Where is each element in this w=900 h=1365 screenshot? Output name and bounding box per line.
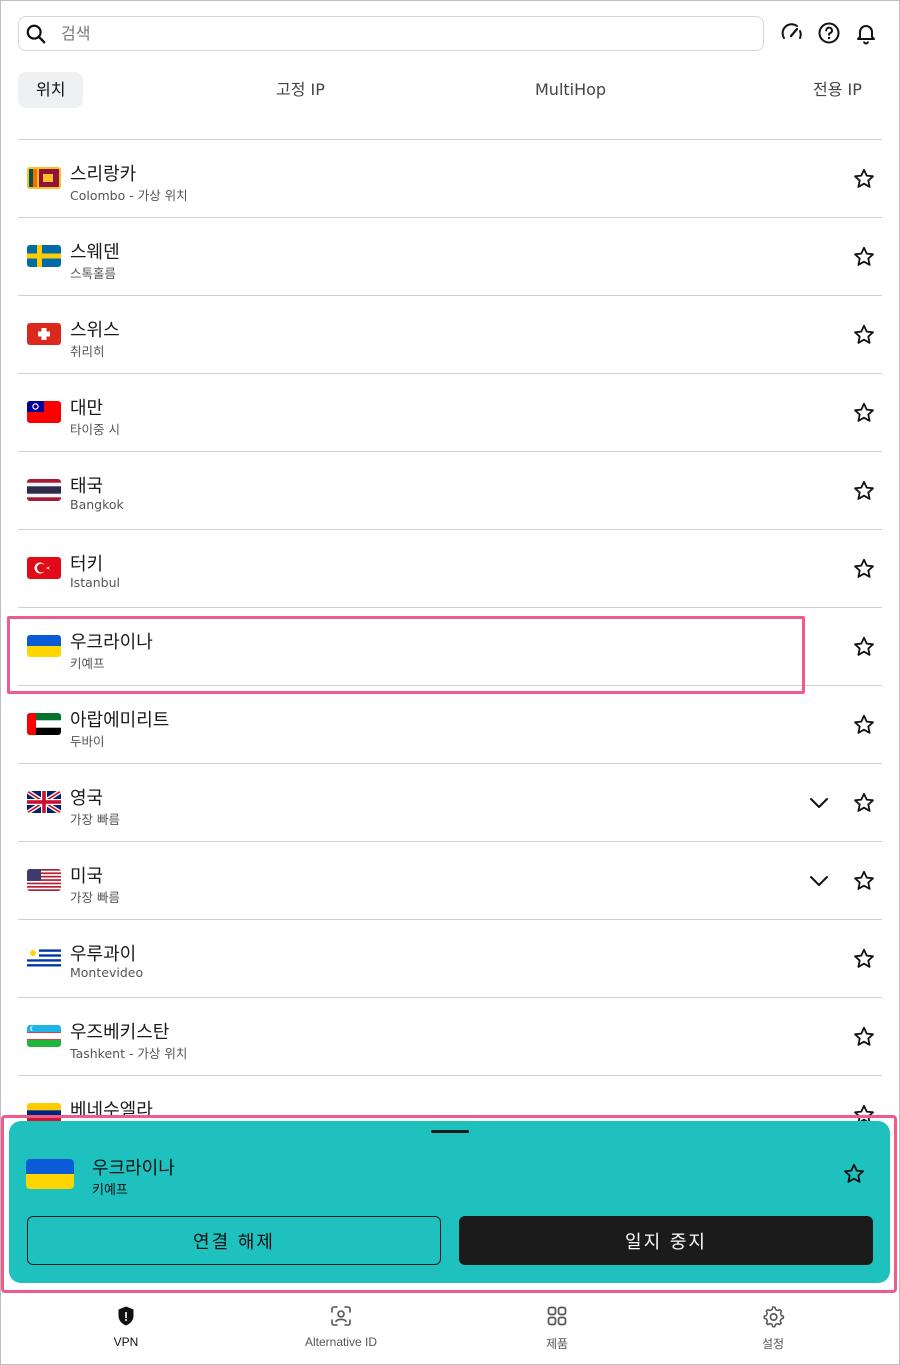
alternative-id-icon <box>331 1306 351 1326</box>
favorite-star-icon[interactable] <box>852 323 876 347</box>
location-name: 스위스 <box>70 320 120 341</box>
shield-icon <box>118 1306 134 1326</box>
location-city: Tashkent - 가상 위치 <box>70 1046 188 1061</box>
location-row[interactable]: 스웨덴스톡홀름 <box>18 218 882 296</box>
location-name: 스리랑카 <box>70 164 137 185</box>
search-bar[interactable] <box>18 16 764 51</box>
sri-lanka-flag <box>27 167 61 189</box>
thailand-flag <box>27 479 61 501</box>
favorite-star-icon[interactable] <box>852 479 876 503</box>
location-city: 타이중 시 <box>70 422 120 437</box>
bell-icon[interactable] <box>853 20 878 45</box>
nav-label: Alternative ID <box>304 1335 378 1349</box>
location-name: 영국 <box>70 788 104 809</box>
nav-label: 제품 <box>545 1337 569 1351</box>
location-city: Bangkok <box>70 497 124 512</box>
search-input[interactable] <box>61 24 701 43</box>
favorite-star-icon[interactable] <box>842 1162 866 1186</box>
location-row[interactable]: 대만타이중 시 <box>18 374 882 452</box>
uae-flag <box>27 713 61 735</box>
turkey-flag <box>27 557 61 579</box>
favorite-star-icon[interactable] <box>852 167 876 191</box>
location-name: 우크라이나 <box>70 632 153 653</box>
location-city: Istanbul <box>70 575 121 590</box>
location-city: 키예프 <box>70 656 105 671</box>
location-row[interactable]: 우크라이나키예프 <box>7 608 882 694</box>
tab-multihop[interactable]: MultiHop <box>535 72 606 108</box>
speedometer-icon[interactable] <box>779 20 804 45</box>
favorite-star-icon[interactable] <box>852 869 876 893</box>
location-row[interactable]: 스리랑카 Colombo - 가상 위치 <box>18 140 882 218</box>
location-name: 아랍에미리트 <box>70 710 170 731</box>
location-list: 스리랑카 Colombo - 가상 위치스웨덴스톡홀름스위스취리히대만타이중 시태… <box>7 140 882 1154</box>
location-row[interactable]: 우루과이 Montevideo <box>18 920 882 998</box>
location-name: 우즈베키스탄 <box>70 1022 170 1043</box>
favorite-star-icon[interactable] <box>852 713 876 737</box>
location-city: Colombo - 가상 위치 <box>70 188 188 203</box>
location-name: 우루과이 <box>70 944 137 965</box>
location-row[interactable]: 스위스취리히 <box>18 296 882 374</box>
favorite-star-icon[interactable] <box>852 401 876 425</box>
favorite-star-icon[interactable] <box>852 791 876 815</box>
location-city: 스톡홀름 <box>70 266 117 281</box>
top-actions <box>779 20 878 45</box>
location-city: 취리히 <box>70 344 105 359</box>
favorite-star-icon[interactable] <box>852 635 876 659</box>
favorite-star-icon[interactable] <box>852 947 876 971</box>
usa-flag <box>27 869 61 891</box>
location-row[interactable]: 터키 Istanbul <box>18 530 882 608</box>
nav-vpn[interactable]: VPN <box>96 1295 156 1349</box>
location-row[interactable]: 미국가장 빠름 <box>18 842 882 920</box>
location-tabs: 위치 고정 IP MultiHop 전용 IP <box>18 72 882 108</box>
favorite-star-icon[interactable] <box>852 1025 876 1049</box>
location-city: 가장 빠름 <box>70 812 120 827</box>
connected-location-name: 우크라이나 <box>92 1158 175 1179</box>
tab-dedicated-ip[interactable]: 전용 IP <box>813 72 862 108</box>
location-name: 터키 <box>70 554 104 575</box>
disconnect-button[interactable]: 연결 해제 <box>27 1216 441 1265</box>
location-name: 스웨덴 <box>70 242 120 263</box>
nav-products[interactable]: 제품 <box>527 1295 587 1352</box>
nav-label: VPN <box>113 1335 139 1349</box>
connection-panel: 우크라이나 키예프 연결 해제 일지 중지 <box>9 1121 890 1283</box>
switzerland-flag <box>27 323 61 345</box>
grid-icon <box>547 1306 567 1326</box>
tab-static-ip[interactable]: 고정 IP <box>276 72 325 108</box>
gear-icon <box>763 1306 785 1328</box>
pause-button[interactable]: 일지 중지 <box>459 1216 873 1265</box>
uk-flag <box>27 791 61 813</box>
nav-alternative-id[interactable]: Alternative ID <box>291 1295 391 1349</box>
ukraine-flag <box>26 1159 74 1189</box>
location-city: Montevideo <box>70 965 144 980</box>
location-row[interactable]: 우즈베키스탄 Tashkent - 가상 위치 <box>18 998 882 1076</box>
chevron-down-icon[interactable] <box>807 791 831 815</box>
location-row[interactable]: 아랍에미리트두바이 <box>18 686 882 764</box>
drag-handle[interactable] <box>431 1130 469 1133</box>
sweden-flag <box>27 245 61 267</box>
ukraine-flag <box>27 635 61 657</box>
tab-location[interactable]: 위치 <box>18 72 84 108</box>
bottom-navigation: VPN Alternative ID 제품 설정 <box>0 1295 900 1365</box>
taiwan-flag <box>27 401 61 423</box>
location-name: 태국 <box>70 476 104 497</box>
search-icon <box>26 24 46 43</box>
uruguay-flag <box>27 947 61 969</box>
location-row[interactable]: 태국 Bangkok <box>18 452 882 530</box>
connected-location-city: 키예프 <box>92 1183 128 1198</box>
location-name: 베네수엘라 <box>70 1100 153 1121</box>
location-city: 가장 빠름 <box>70 890 120 905</box>
favorite-star-icon[interactable] <box>852 245 876 269</box>
uzbekistan-flag <box>27 1025 61 1047</box>
chevron-down-icon[interactable] <box>807 869 831 893</box>
nav-label: 설정 <box>761 1337 785 1351</box>
location-row[interactable]: 영국가장 빠름 <box>18 764 882 842</box>
location-city: 두바이 <box>70 734 105 749</box>
location-name: 미국 <box>70 866 104 887</box>
help-icon[interactable] <box>816 20 841 45</box>
nav-settings[interactable]: 설정 <box>743 1295 803 1352</box>
favorite-star-icon[interactable] <box>852 557 876 581</box>
location-name: 대만 <box>70 398 104 419</box>
